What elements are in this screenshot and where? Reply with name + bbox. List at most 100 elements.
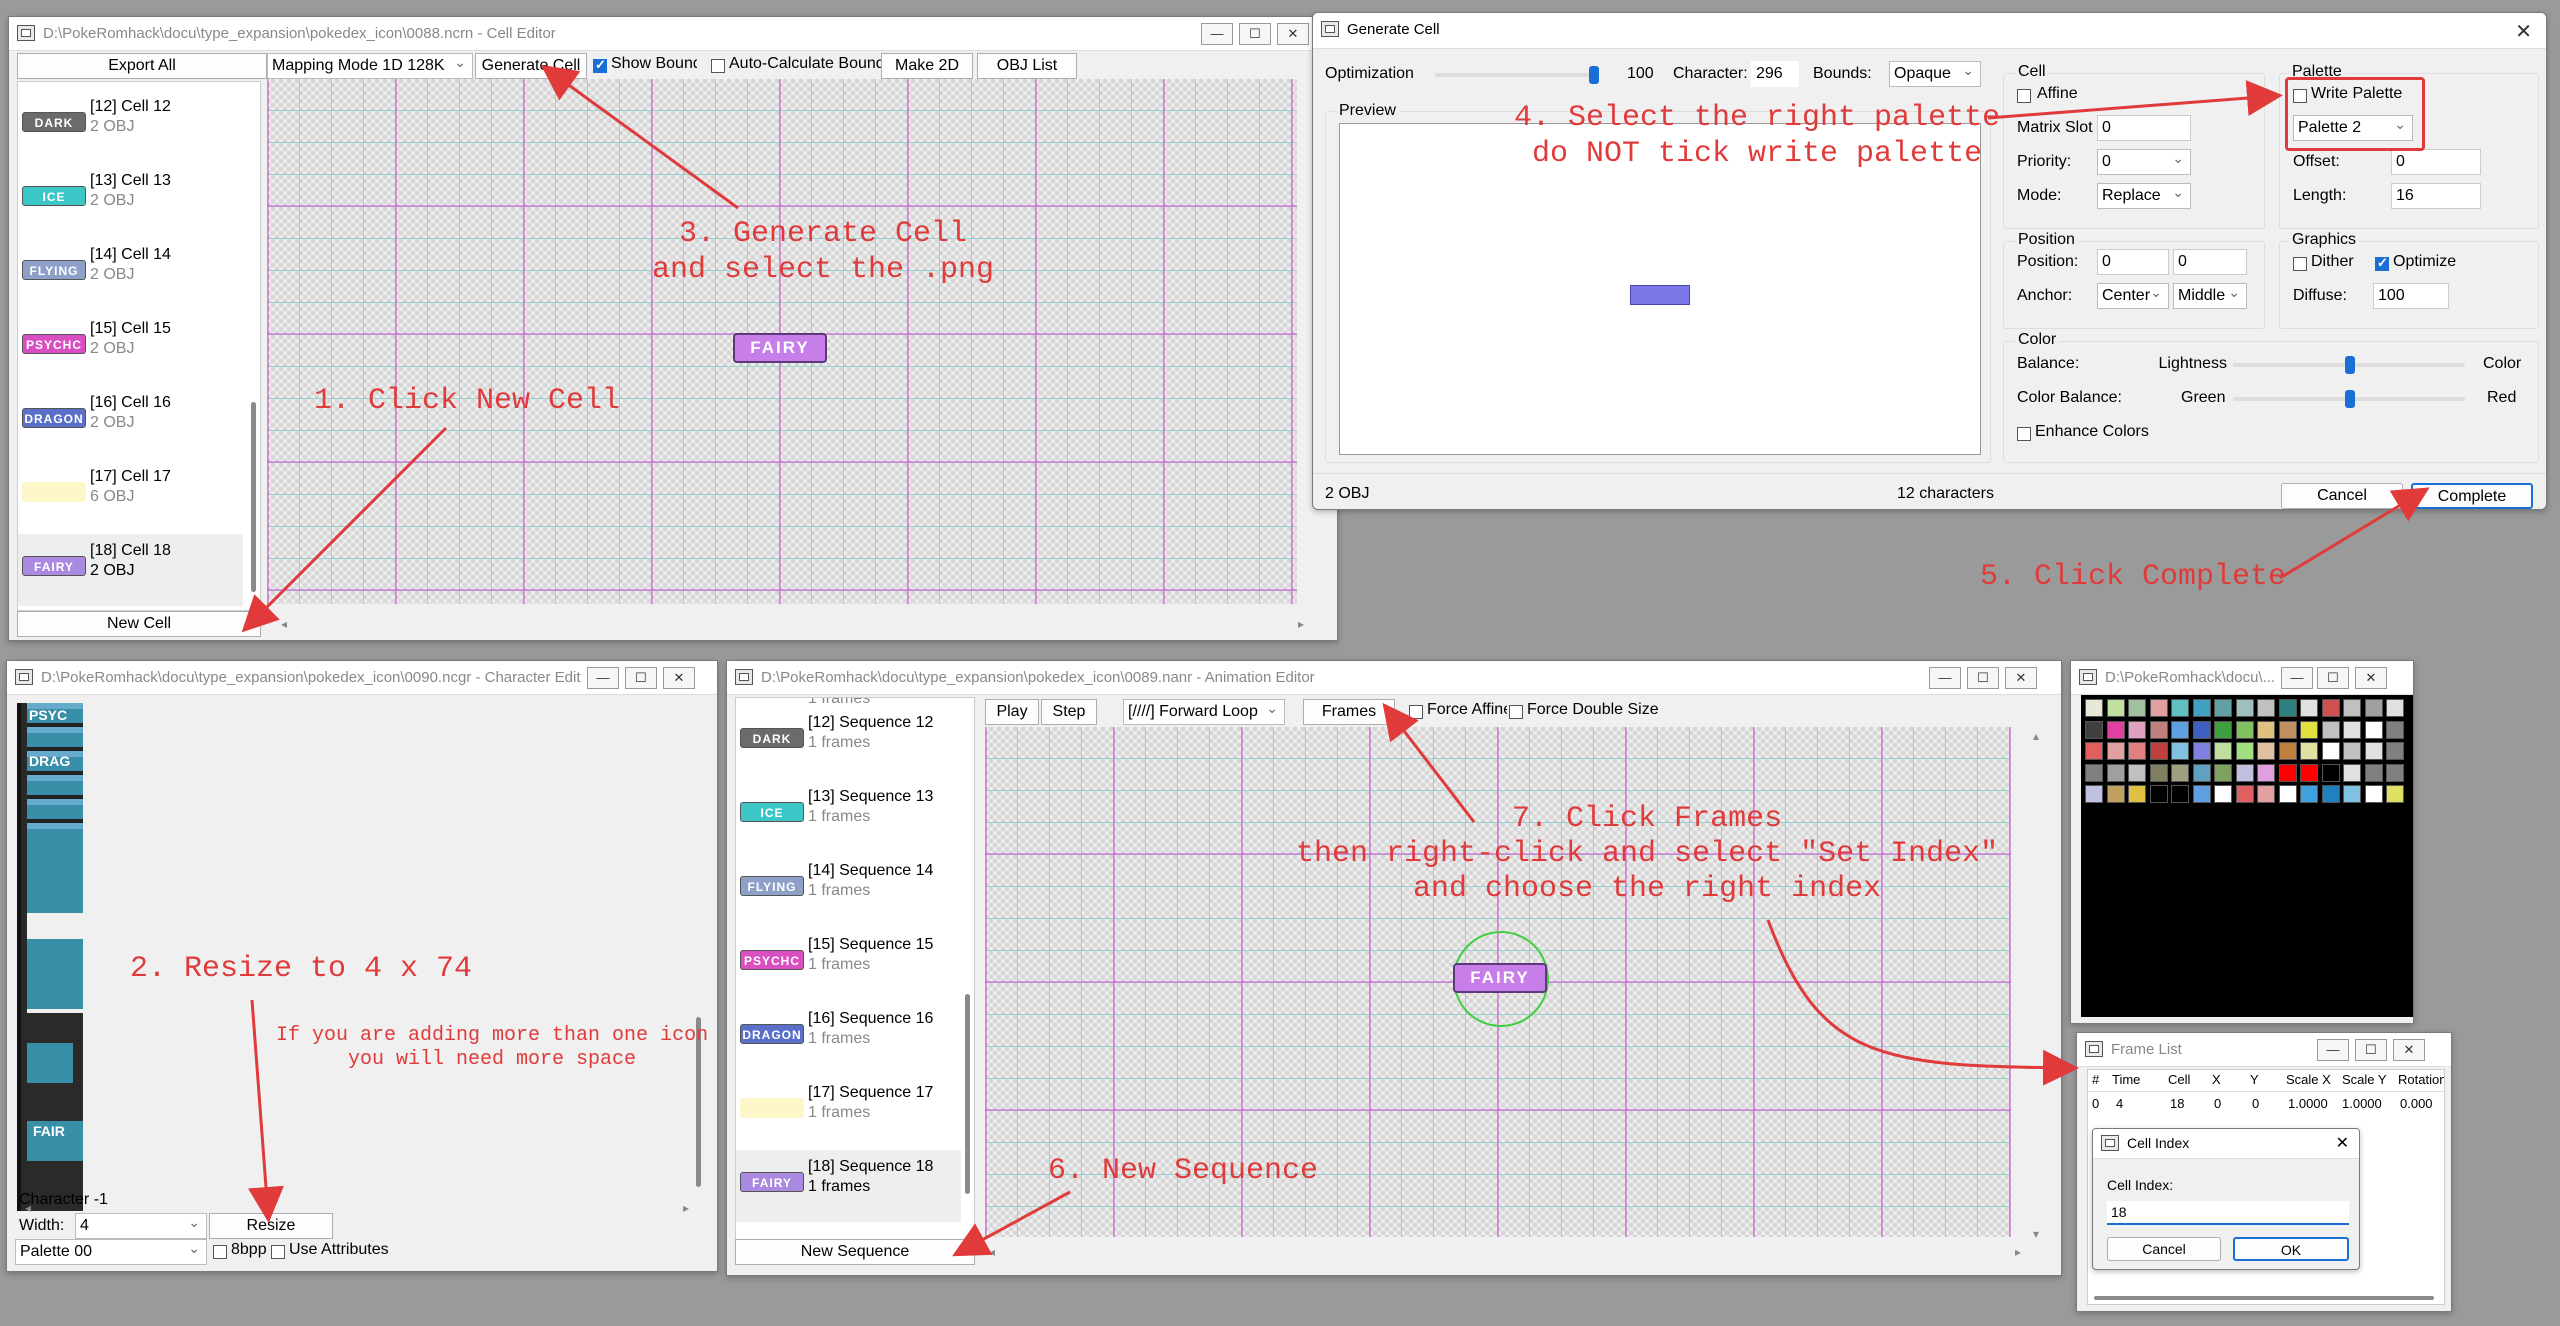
palette-select[interactable]: Palette 00: [15, 1239, 207, 1265]
scroll-down-icon[interactable]: ▾: [2033, 1227, 2039, 1241]
position-x-input[interactable]: 0: [2097, 249, 2169, 275]
palette-swatch[interactable]: [2106, 785, 2125, 803]
palette-swatch[interactable]: [2235, 763, 2254, 782]
palette-swatch[interactable]: [2106, 699, 2125, 717]
palette-swatch[interactable]: [2106, 720, 2125, 739]
cell-list[interactable]: DARK [12] Cell 12 2 OBJ ICE [13] Cell 13 2 OB…: [17, 81, 261, 611]
list-item[interactable]: FLYING [14] Sequence 14 1 frames: [736, 854, 961, 926]
col-header[interactable]: Cell: [2168, 1072, 2190, 1087]
resize-button[interactable]: Resize: [209, 1213, 333, 1239]
maximize-button[interactable]: ☐: [1239, 23, 1271, 45]
close-button[interactable]: ✕: [2355, 667, 2387, 689]
scroll-left-icon[interactable]: ◂: [989, 1245, 995, 1259]
palette-swatch[interactable]: [2214, 720, 2232, 739]
palette-swatch[interactable]: [2343, 699, 2361, 717]
col-header[interactable]: #: [2092, 1072, 2099, 1087]
dialog-title-bar[interactable]: Generate Cell ✕: [1313, 13, 2546, 49]
slider-thumb[interactable]: [2345, 390, 2355, 408]
palette-swatch[interactable]: [2192, 763, 2211, 782]
cell-canvas[interactable]: FAIRY: [267, 79, 1297, 604]
minimize-button[interactable]: —: [2317, 1039, 2349, 1061]
palette-swatch[interactable]: [2300, 742, 2318, 760]
palette-swatch[interactable]: [2149, 742, 2168, 760]
anchor-v-select[interactable]: Middle: [2173, 283, 2247, 309]
enhance-colors-checkbox[interactable]: [2017, 427, 2031, 441]
slider-thumb[interactable]: [1589, 66, 1599, 84]
horizontal-scrollbar[interactable]: ◂ ▸: [267, 617, 1312, 633]
diffuse-input[interactable]: 100: [2373, 283, 2449, 309]
palette-swatch[interactable]: [2235, 720, 2254, 739]
palette-swatch[interactable]: [2171, 720, 2189, 739]
width-select[interactable]: 4: [75, 1213, 207, 1239]
close-button[interactable]: ✕: [2393, 1039, 2425, 1061]
palette-swatch[interactable]: [2214, 763, 2232, 782]
palette-swatch[interactable]: [2192, 742, 2211, 760]
close-icon[interactable]: ✕: [2336, 1133, 2349, 1153]
list-item[interactable]: ICE [13] Cell 13 2 OBJ: [18, 164, 243, 236]
palette-swatch[interactable]: [2149, 763, 2168, 782]
close-button[interactable]: ✕: [2005, 667, 2037, 689]
force-affine-checkbox[interactable]: [1409, 705, 1423, 719]
minimize-button[interactable]: —: [587, 667, 619, 689]
position-y-input[interactable]: 0: [2173, 249, 2247, 275]
bounds-select[interactable]: Opaque: [1889, 61, 1981, 87]
fairy-icon-sprite[interactable]: FAIRY: [1453, 963, 1547, 993]
8bpp-checkbox[interactable]: [213, 1245, 227, 1259]
palette-swatch[interactable]: [2214, 742, 2232, 760]
title-bar[interactable]: Cell Index ✕: [2093, 1129, 2359, 1159]
palette-swatch[interactable]: [2192, 699, 2211, 717]
title-bar[interactable]: D:\PokeRomhack\docu\type_expansion\poked…: [727, 661, 2061, 695]
palette-swatch[interactable]: [2149, 785, 2168, 803]
palette-swatch[interactable]: [2214, 785, 2232, 803]
palette-swatch[interactable]: [2128, 720, 2146, 739]
palette-swatch[interactable]: [2386, 785, 2404, 803]
palette-swatch[interactable]: [2085, 742, 2103, 760]
new-sequence-button[interactable]: New Sequence: [735, 1239, 975, 1265]
palette-swatch[interactable]: [2085, 699, 2103, 717]
dither-checkbox[interactable]: [2293, 257, 2307, 271]
palette-swatch[interactable]: [2128, 763, 2146, 782]
palette-swatch[interactable]: [2149, 699, 2168, 717]
offset-input[interactable]: 0: [2391, 149, 2481, 175]
maximize-button[interactable]: ☐: [625, 667, 657, 689]
list-item[interactable]: FAIRY [18] Cell 18 2 OBJ: [18, 534, 243, 606]
palette-grid[interactable]: [2081, 695, 2413, 1017]
palette-swatch[interactable]: [2364, 742, 2383, 760]
scroll-up-icon[interactable]: ▴: [2033, 729, 2039, 743]
auto-calculate-checkbox[interactable]: [711, 59, 725, 73]
palette-swatch[interactable]: [2171, 742, 2189, 760]
palette-swatch[interactable]: [2278, 763, 2297, 782]
step-button[interactable]: Step: [1041, 699, 1097, 725]
palette-swatch[interactable]: [2278, 785, 2297, 803]
slider-thumb[interactable]: [2345, 356, 2355, 374]
palette-swatch[interactable]: [2343, 742, 2361, 760]
cancel-button[interactable]: Cancel: [2107, 1237, 2221, 1261]
fairy-icon-sprite[interactable]: FAIRY: [733, 333, 827, 363]
palette-swatch[interactable]: [2128, 785, 2146, 803]
mapping-mode-select[interactable]: Mapping Mode 1D 128K: [267, 53, 473, 79]
list-item[interactable]: ICE [13] Sequence 13 1 frames: [736, 780, 961, 852]
title-bar[interactable]: D:\PokeRomhack\docu\type_expansion\poked…: [9, 17, 1337, 51]
affine-checkbox[interactable]: [2017, 89, 2031, 103]
palette-swatch[interactable]: [2171, 763, 2189, 782]
palette-swatch[interactable]: [2321, 785, 2340, 803]
minimize-button[interactable]: —: [1201, 23, 1233, 45]
title-bar[interactable]: Frame List — ☐ ✕: [2077, 1033, 2451, 1067]
palette-swatch[interactable]: [2278, 699, 2297, 717]
palette-swatch[interactable]: [2149, 720, 2168, 739]
table-row[interactable]: 0 4 18 0 0 1.0000 1.0000 0.000: [2088, 1096, 2444, 1116]
show-bounds-checkbox[interactable]: [593, 57, 607, 73]
palette-swatch[interactable]: [2192, 720, 2211, 739]
palette-swatch[interactable]: [2386, 763, 2404, 782]
list-item[interactable]: PSYCHC [15] Cell 15 2 OBJ: [18, 312, 243, 384]
balance-slider[interactable]: [2233, 356, 2465, 374]
palette-swatch[interactable]: [2321, 763, 2340, 782]
ok-button[interactable]: OK: [2233, 1237, 2349, 1261]
priority-select[interactable]: 0: [2097, 149, 2191, 175]
palette-swatch[interactable]: [2343, 785, 2361, 803]
color-balance-slider[interactable]: [2233, 390, 2465, 408]
palette-swatch[interactable]: [2321, 699, 2340, 717]
make-2d-button[interactable]: Make 2D: [881, 53, 973, 79]
palette-swatch[interactable]: [2214, 699, 2232, 717]
palette-swatch[interactable]: [2257, 699, 2275, 717]
